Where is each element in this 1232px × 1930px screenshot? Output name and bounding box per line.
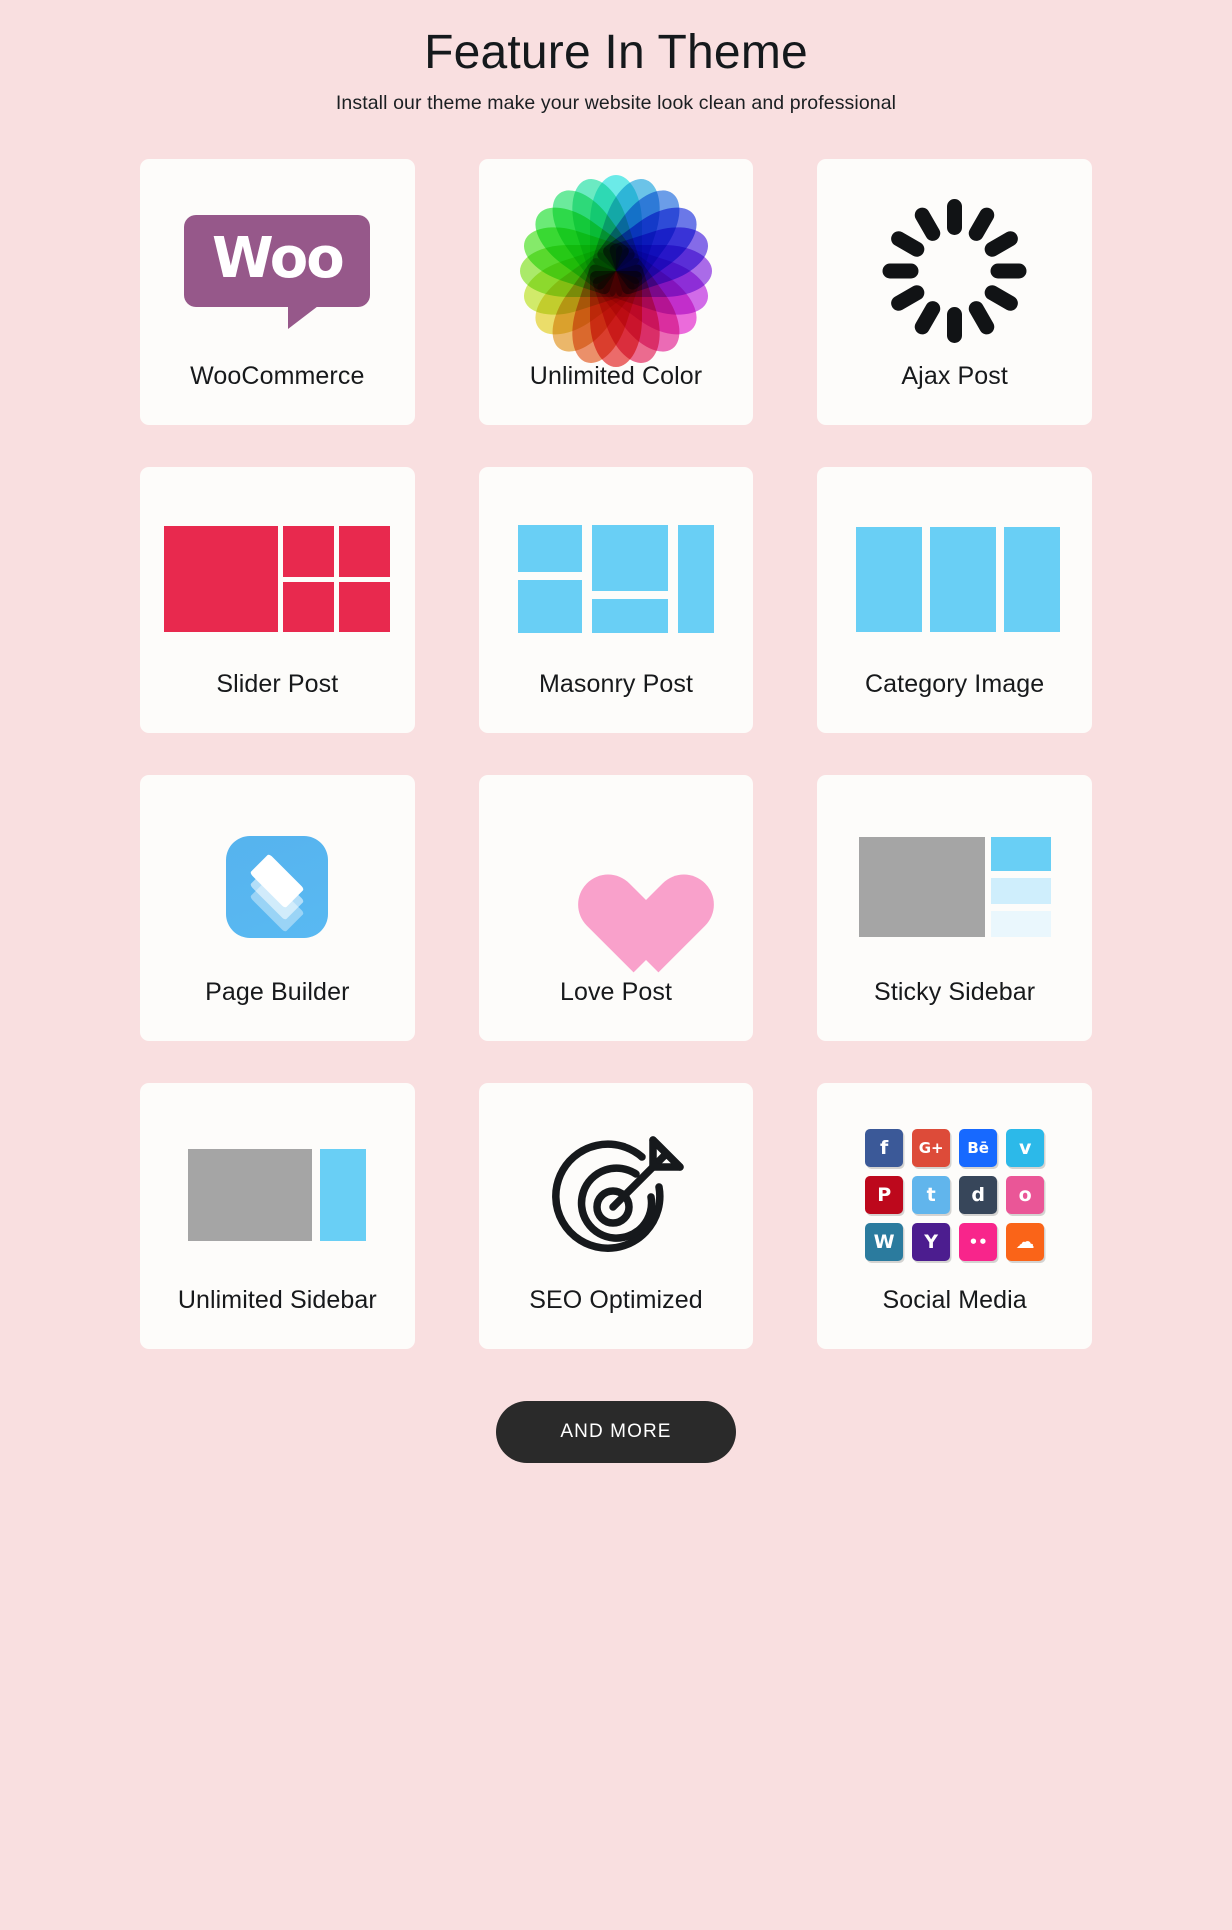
feature-label: Social Media — [882, 1285, 1027, 1314]
slider-main-block — [164, 526, 279, 633]
spinner-segment — [882, 263, 919, 279]
spinner-segment — [982, 282, 1021, 314]
masonry-layout-icon — [489, 489, 744, 670]
color-wheel-icon — [489, 171, 744, 371]
facebook-icon[interactable]: f — [865, 1129, 904, 1168]
feature-label: SEO Optimized — [529, 1285, 703, 1314]
content-block — [188, 1149, 313, 1242]
slider-cell — [339, 581, 391, 633]
feature-card-love-post[interactable]: Love Post — [478, 774, 754, 1041]
social-grid: f G+ Bē v Pt d o W Y •• ☁ — [865, 1129, 1045, 1262]
google-plus-icon[interactable]: G+ — [912, 1129, 951, 1168]
loading-spinner-icon — [827, 181, 1082, 362]
category-columns-icon — [827, 489, 1082, 670]
sidebar-widget — [990, 877, 1051, 905]
and-more-button[interactable]: AND MORE — [496, 1400, 736, 1463]
feature-card-social-media[interactable]: f G+ Bē v Pt d o W Y •• ☁ Social Media — [817, 1082, 1092, 1349]
spinner-segment — [947, 307, 963, 344]
slider-layout-icon — [150, 489, 405, 670]
feature-label: Love Post — [559, 977, 673, 1006]
wordpress-icon[interactable]: W — [865, 1223, 904, 1262]
spinner-segment — [888, 282, 928, 314]
content-block — [858, 837, 985, 938]
deviantart-icon[interactable]: d — [959, 1176, 998, 1215]
page-title: Feature In Theme — [424, 26, 808, 79]
masonry-block — [517, 580, 582, 634]
slider-cell — [283, 526, 335, 577]
feature-label: Unlimited Sidebar — [177, 1285, 377, 1314]
feature-card-slider-post[interactable]: Slider Post — [140, 466, 415, 733]
spinner-segment — [990, 263, 1027, 279]
spinner-segment — [947, 199, 963, 236]
ycombinator-icon[interactable]: Y — [912, 1223, 951, 1262]
sidebar-widget — [990, 837, 1051, 871]
stacked-layers-icon — [150, 797, 405, 978]
masonry-block — [677, 525, 714, 634]
spinner-segment — [982, 228, 1021, 260]
category-column — [1003, 526, 1060, 632]
feature-card-category-image[interactable]: Category Image — [817, 466, 1092, 733]
sidebar-widget — [990, 911, 1051, 938]
feature-label: Unlimited Color — [529, 361, 703, 390]
spinner-segment — [966, 298, 998, 338]
feature-label: Masonry Post — [538, 669, 694, 698]
behance-icon[interactable]: Bē — [959, 1129, 998, 1168]
masonry-block — [517, 525, 582, 573]
slider-cell — [339, 526, 391, 577]
feature-card-seo-optimized[interactable]: SEO Optimized — [478, 1082, 754, 1349]
feature-card-ajax-post[interactable]: Ajax Post — [817, 158, 1092, 425]
slider-cell — [283, 581, 335, 633]
sticky-sidebar-layout-icon — [827, 797, 1082, 978]
flickr-icon[interactable]: •• — [959, 1223, 998, 1262]
target-dart-icon — [489, 1105, 744, 1286]
category-column — [929, 526, 996, 632]
feature-card-page-builder[interactable]: Page Builder — [140, 774, 415, 1041]
target-dart-svg — [552, 1136, 684, 1253]
category-column — [855, 526, 922, 632]
twitter-icon[interactable]: t — [912, 1176, 951, 1215]
dribbble-icon[interactable]: o — [1006, 1176, 1045, 1215]
pinterest-icon[interactable]: P — [865, 1176, 904, 1215]
woocommerce-logo-icon: Woo — [150, 181, 405, 362]
masonry-block — [591, 525, 668, 592]
footer-actions: AND MORE — [496, 1400, 736, 1463]
soundcloud-icon[interactable]: ☁ — [1006, 1223, 1045, 1262]
feature-card-unlimited-color[interactable]: Unlimited Color — [478, 158, 754, 425]
feature-label: Ajax Post — [901, 361, 1008, 390]
feature-card-sticky-sidebar[interactable]: Sticky Sidebar — [817, 774, 1092, 1041]
feature-grid: Woo WooCommerce Unlimited Color Ajax Pos… — [140, 158, 1092, 1349]
heart-icon — [489, 797, 744, 978]
woo-logo-text: Woo — [211, 226, 345, 292]
feature-label: Page Builder — [205, 977, 350, 1006]
sidebar-layout-icon — [150, 1105, 405, 1286]
feature-card-woocommerce[interactable]: Woo WooCommerce — [140, 158, 415, 425]
feature-label: Sticky Sidebar — [874, 977, 1036, 1006]
spinner-segment — [912, 205, 944, 244]
feature-label: Slider Post — [216, 669, 339, 698]
section-header: Feature In Theme Install our theme make … — [336, 0, 896, 115]
spinner-segment — [912, 298, 944, 338]
spinner-segment — [888, 228, 928, 260]
vimeo-icon[interactable]: v — [1006, 1129, 1045, 1168]
feature-label: WooCommerce — [190, 361, 365, 390]
page-subtitle: Install our theme make your website look… — [335, 91, 897, 114]
social-icons-grid-icon: f G+ Bē v Pt d o W Y •• ☁ — [827, 1105, 1082, 1286]
masonry-block — [591, 599, 668, 634]
feature-label: Category Image — [865, 669, 1045, 698]
feature-card-masonry-post[interactable]: Masonry Post — [478, 466, 754, 733]
speech-bubble-tail-icon — [288, 303, 323, 330]
sidebar-block — [320, 1149, 367, 1242]
feature-section: Feature In Theme Install our theme make … — [0, 0, 1232, 1930]
feature-card-unlimited-sidebar[interactable]: Unlimited Sidebar — [140, 1082, 415, 1349]
spinner-segment — [966, 205, 998, 244]
